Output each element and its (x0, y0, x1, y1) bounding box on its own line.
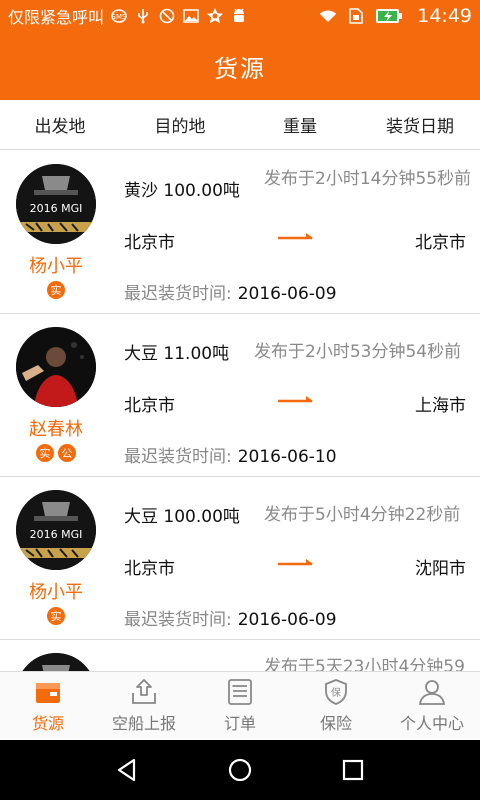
avatar[interactable] (16, 653, 96, 671)
cargo-list-item[interactable]: 发布于5天23小时4分钟59 (0, 640, 480, 671)
posted-time: 发布于2小时53分钟54秒前 (254, 342, 462, 362)
tab-profile[interactable]: 个人中心 (384, 672, 480, 740)
goods-info: 大豆 11.00吨 (124, 344, 230, 364)
posted-time: 发布于5天23小时4分钟59 (264, 657, 465, 671)
destination-city: 沈阳市 (415, 559, 466, 579)
verified-badge: 实 (47, 607, 65, 625)
recents-button[interactable] (333, 750, 373, 790)
tab-label: 货源 (31, 714, 64, 733)
filter-weight[interactable]: 重量 (240, 112, 360, 137)
usb-icon (134, 7, 152, 25)
company-badge: 公 (58, 444, 76, 462)
route-arrow-icon (278, 559, 313, 566)
filter-load-date[interactable]: 装货日期 (360, 112, 480, 137)
order-list-icon (228, 679, 252, 705)
avatar[interactable] (16, 327, 96, 407)
tab-orders[interactable]: 订单 (192, 672, 288, 740)
goods-info: 大豆 100.00吨 (124, 507, 240, 527)
home-circle-icon (228, 758, 252, 782)
tab-label: 个人中心 (399, 714, 464, 733)
shipper-name: 杨小平 (29, 256, 83, 277)
tab-label: 保险 (319, 714, 352, 733)
svg-text:2016 MGI: 2016 MGI (30, 202, 83, 215)
svg-text:SMS: SMS (112, 13, 127, 21)
avatar[interactable]: 2016 MGI (16, 490, 96, 570)
tab-insurance[interactable]: 保 保险 (288, 672, 384, 740)
load-date: 最迟装货时间: 2016-06-10 (124, 442, 337, 467)
image-icon (182, 7, 200, 25)
status-bar: 仅限紧急呼叫 SMS 14:49 (0, 0, 480, 32)
back-button[interactable] (107, 750, 147, 790)
shipper-name: 赵春林 (29, 419, 83, 440)
load-date-label: 最迟装货时间: (124, 610, 232, 630)
load-date-label: 最迟装货时间: (124, 447, 232, 467)
star-icon (206, 7, 224, 25)
load-date-value: 2016-06-09 (237, 610, 337, 630)
svg-text:2016 MGI: 2016 MGI (30, 528, 83, 541)
cargo-icon (36, 683, 60, 703)
carrier-text: 仅限紧急呼叫 (8, 8, 105, 27)
sim-icon (347, 7, 365, 25)
goods-info: 黄沙 100.00吨 (124, 181, 240, 201)
recents-square-icon (343, 759, 364, 781)
badges: 实 (0, 607, 112, 625)
badges: 实 (0, 281, 112, 299)
system-nav-bar (0, 740, 480, 800)
origin-city: 北京市 (124, 396, 175, 416)
tab-label: 订单 (223, 714, 256, 733)
load-date-value: 2016-06-09 (237, 284, 337, 304)
wifi-icon (319, 7, 337, 25)
home-button[interactable] (220, 750, 260, 790)
cargo-list: 2016 MGI 杨小平 实 黄沙 100.00吨 发布于2小时14分钟55秒前… (0, 151, 480, 671)
filter-destination[interactable]: 目的地 (120, 112, 240, 137)
filter-origin[interactable]: 出发地 (0, 112, 120, 137)
load-date-label: 最迟装货时间: (124, 284, 232, 304)
load-date: 最迟装货时间: 2016-06-09 (124, 605, 337, 630)
cargo-list-item[interactable]: 2016 MGI 杨小平 实 大豆 100.00吨 发布于5小时4分钟22秒前 … (0, 477, 480, 640)
tab-label: 空船上报 (111, 714, 176, 733)
battery-charging-icon (375, 7, 403, 25)
posted-time: 发布于2小时14分钟55秒前 (264, 169, 472, 189)
app-header: 货源 (0, 32, 480, 100)
shipper-name: 杨小平 (29, 582, 83, 603)
posted-time: 发布于5小时4分钟22秒前 (264, 505, 461, 525)
user-icon (418, 680, 446, 705)
destination-city: 上海市 (415, 396, 466, 416)
filter-bar: 出发地 目的地 重量 装货日期 (0, 100, 480, 150)
android-icon (230, 7, 248, 25)
avatar[interactable]: 2016 MGI (16, 164, 96, 244)
sms-icon: SMS (110, 7, 128, 25)
back-triangle-icon (117, 758, 135, 782)
origin-city: 北京市 (124, 233, 175, 253)
cargo-list-item[interactable]: 赵春林 实 公 大豆 11.00吨 发布于2小时53分钟54秒前 北京市 上海市… (0, 314, 480, 477)
page-title: 货源 (214, 54, 266, 83)
clock: 14:49 (417, 5, 472, 27)
insurance-shield-icon: 保 (325, 679, 347, 705)
bottom-tab-bar: 货源 空船上报 订单 保 保险 个人中心 (0, 671, 480, 740)
route-arrow-icon (278, 233, 313, 240)
load-date-value: 2016-06-10 (237, 447, 337, 467)
load-date: 最迟装货时间: 2016-06-09 (124, 279, 337, 304)
verified-badge: 实 (47, 281, 65, 299)
no-notify-icon (158, 7, 176, 25)
cargo-list-item[interactable]: 2016 MGI 杨小平 实 黄沙 100.00吨 发布于2小时14分钟55秒前… (0, 151, 480, 314)
origin-city: 北京市 (124, 559, 175, 579)
svg-text:保: 保 (331, 686, 341, 699)
upload-icon (132, 679, 156, 704)
route-arrow-icon (278, 396, 313, 403)
tab-cargo[interactable]: 货源 (0, 672, 96, 740)
badges: 实 公 (0, 444, 112, 462)
tab-report-empty-ship[interactable]: 空船上报 (96, 672, 192, 740)
destination-city: 北京市 (415, 233, 466, 253)
verified-badge: 实 (36, 444, 54, 462)
